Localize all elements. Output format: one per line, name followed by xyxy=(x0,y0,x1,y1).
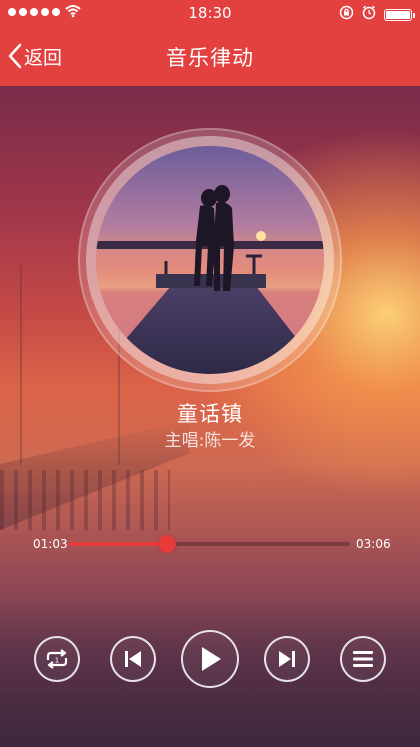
play-button[interactable] xyxy=(181,630,239,688)
nav-bar: 返回 音乐律动 xyxy=(0,26,420,86)
repeat-icon: 1 xyxy=(46,649,68,669)
play-icon xyxy=(202,647,221,671)
background-pier-posts xyxy=(0,470,170,530)
album-disc xyxy=(78,128,342,392)
song-title: 童话镇 xyxy=(177,402,243,426)
playlist-icon xyxy=(353,651,373,667)
progress-fill xyxy=(68,542,167,546)
svg-text:1: 1 xyxy=(55,657,59,665)
battery-icon xyxy=(384,8,415,21)
playlist-button[interactable] xyxy=(340,636,386,682)
next-icon xyxy=(279,651,295,667)
progress-track[interactable] xyxy=(68,535,350,553)
current-time: 01:03 xyxy=(33,537,68,551)
album-disc-ring xyxy=(86,136,334,384)
repeat-button[interactable]: 1 xyxy=(34,636,80,682)
music-player-screen: 18:30 返回 音乐律动 童话镇 主唱:陈一发 01:03 03:06 1 xyxy=(0,0,420,747)
next-button[interactable] xyxy=(264,636,310,682)
progress-knob[interactable] xyxy=(157,535,176,553)
song-artist: 主唱:陈一发 xyxy=(164,431,256,451)
page-title: 音乐律动 xyxy=(166,46,254,70)
total-time: 03:06 xyxy=(356,537,391,551)
previous-button[interactable] xyxy=(110,636,156,682)
alarm-icon xyxy=(362,5,376,24)
rotation-lock-icon xyxy=(339,5,354,24)
status-bar: 18:30 xyxy=(0,0,420,26)
previous-icon xyxy=(125,651,141,667)
album-art xyxy=(96,146,324,374)
